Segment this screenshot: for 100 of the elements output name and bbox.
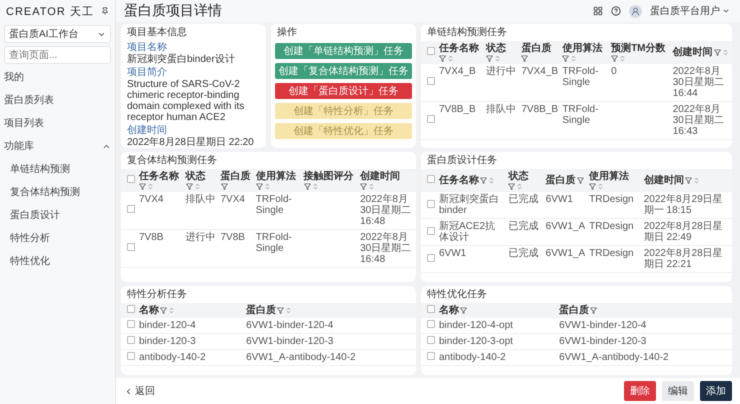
table-cell: TRDesign — [587, 246, 642, 272]
filter-icon[interactable] — [611, 55, 618, 62]
checkbox[interactable] — [127, 336, 135, 344]
checkbox[interactable] — [427, 352, 435, 360]
column-header[interactable]: 名称 — [439, 305, 459, 316]
checkbox[interactable] — [127, 320, 135, 328]
checkbox[interactable] — [427, 77, 435, 85]
table-cell: binder-120-3-opt — [437, 334, 558, 350]
filter-icon[interactable] — [139, 183, 146, 190]
table-cell: 进行中 — [484, 64, 520, 102]
column-header[interactable]: 状态 — [186, 171, 206, 182]
filter-icon[interactable] — [220, 183, 228, 190]
column-header[interactable]: 状态 — [486, 43, 506, 54]
help-icon[interactable] — [611, 6, 621, 16]
workspace-select[interactable]: 蛋白质AI工作台 — [4, 25, 111, 43]
card-title: 项目基本信息 — [126, 26, 188, 40]
column-header[interactable]: 任务名称 — [439, 43, 479, 54]
column-header[interactable]: 蛋白质 — [246, 305, 276, 316]
pin-icon[interactable] — [101, 7, 109, 15]
column-header[interactable]: 使用算法 — [589, 171, 630, 182]
action-button[interactable]: 删除 — [624, 381, 656, 401]
user-menu[interactable]: 蛋白质平台用户 — [650, 4, 730, 18]
card-title: 单链结构预测任务 — [426, 26, 508, 40]
table-cell: binder-120-4-opt — [437, 318, 558, 334]
filter-icon[interactable] — [304, 183, 311, 190]
filter-icon[interactable] — [590, 307, 598, 314]
checkbox[interactable] — [127, 352, 135, 360]
menu-item[interactable]: 功能库 — [4, 136, 111, 156]
submenu-item[interactable]: 特性分析 — [4, 228, 111, 248]
table-cell: 6VW1-binder-120-4 — [557, 318, 732, 334]
submenu-item[interactable]: 单链结构预测 — [4, 159, 111, 179]
card-title: 复合体结构预测任务 — [126, 154, 218, 168]
column-header[interactable]: 接触图评分 — [304, 171, 354, 182]
checkbox[interactable] — [127, 205, 135, 213]
column-header[interactable]: 蛋白质 — [559, 305, 590, 316]
filter-icon[interactable] — [186, 183, 193, 190]
filter-icon[interactable] — [277, 307, 284, 314]
menu-item[interactable]: 项目列表 — [4, 113, 111, 133]
table-cell: 2022年8月30日星期二 16:43 — [670, 102, 732, 140]
column-header[interactable]: 创建时间 — [360, 171, 400, 182]
filter-icon[interactable] — [521, 55, 528, 62]
filter-icon[interactable] — [589, 183, 596, 190]
column-header[interactable]: 任务名称 — [139, 171, 179, 182]
logo: CREATOR 天工 — [6, 4, 94, 18]
search-field[interactable]: 查询页面... — [4, 46, 111, 64]
field-label: 项目简介 — [127, 67, 168, 78]
filter-icon[interactable] — [160, 307, 167, 314]
checkbox[interactable] — [427, 305, 435, 313]
filter-icon[interactable] — [360, 183, 368, 190]
column-header[interactable]: 使用算法 — [256, 171, 296, 182]
filter-icon[interactable] — [576, 177, 584, 184]
checkbox[interactable] — [127, 305, 135, 313]
checkbox[interactable] — [427, 336, 435, 344]
filter-icon[interactable] — [684, 177, 692, 184]
table-cell: 6VW1_A-antibody-140-2 — [244, 350, 416, 366]
checkbox[interactable] — [427, 320, 435, 328]
menu-item[interactable]: 蛋白质列表 — [4, 90, 111, 110]
filter-icon[interactable] — [480, 177, 487, 184]
back-link[interactable]: 返回 — [124, 384, 155, 398]
action-button[interactable]: 添加 — [700, 381, 732, 401]
column-header[interactable]: 蛋白质 — [521, 43, 552, 54]
table-cell: TRDesign — [587, 192, 642, 218]
checkbox[interactable] — [427, 200, 435, 208]
column-header[interactable]: 蛋白质 — [546, 175, 576, 186]
submenu-item[interactable]: 蛋白质设计 — [4, 205, 111, 225]
action-button[interactable]: 编辑 — [662, 381, 694, 401]
filter-icon[interactable] — [508, 183, 516, 190]
column-header[interactable]: 创建时间 — [644, 175, 684, 186]
submenu-item[interactable]: 复合体结构预测 — [4, 182, 111, 202]
table-cell: 新冠刺突蛋白binder — [437, 192, 506, 218]
checkbox[interactable] — [127, 243, 135, 251]
column-header[interactable]: 使用算法 — [562, 43, 602, 54]
field-value: 新冠刺突蛋白binder设计 — [127, 54, 236, 65]
column-header[interactable]: 状态 — [508, 171, 528, 182]
create-task-button[interactable]: 创建「蛋白质设计」任务 — [275, 83, 412, 99]
checkbox[interactable] — [427, 47, 435, 55]
column-header[interactable]: 创建时间 — [672, 47, 713, 58]
table-cell: 2022年8月28日星期日 22:21 — [642, 246, 732, 272]
checkbox[interactable] — [427, 115, 435, 123]
filter-icon[interactable] — [460, 307, 467, 314]
column-header[interactable]: 任务名称 — [439, 175, 479, 186]
checkbox[interactable] — [427, 226, 435, 234]
filter-icon[interactable] — [562, 55, 570, 62]
grid-icon[interactable] — [593, 6, 603, 16]
submenu-item[interactable]: 特性优化 — [4, 251, 111, 271]
checkbox[interactable] — [127, 175, 135, 183]
filter-icon[interactable] — [439, 55, 446, 62]
filter-icon[interactable] — [714, 49, 721, 56]
field-value: Structure of SARS-CoV-2 chimeric receptor-binding domain complexed with its receptor human ACE2 — [127, 79, 246, 123]
column-header[interactable]: 预测TM分数 — [611, 43, 666, 54]
column-header[interactable]: 蛋白质 — [220, 171, 250, 182]
checkbox[interactable] — [427, 254, 435, 262]
checkbox[interactable] — [427, 175, 435, 183]
table-cell: 7V8B — [137, 230, 184, 268]
table-cell: 排队中 — [184, 192, 218, 230]
menu-item[interactable]: 我的 — [4, 67, 111, 87]
avatar-icon[interactable] — [629, 4, 642, 18]
filter-icon[interactable] — [486, 55, 494, 62]
column-header[interactable]: 名称 — [139, 305, 159, 316]
filter-icon[interactable] — [256, 183, 263, 190]
